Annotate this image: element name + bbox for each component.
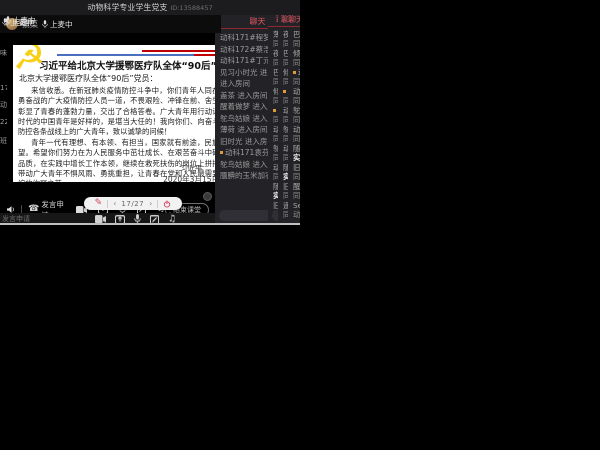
chat-message: 醒着 同意 [293, 182, 296, 200]
prev-slide-button[interactable]: ‹ [113, 199, 116, 208]
next-slide-button[interactable]: › [149, 199, 152, 208]
chat-message: 旧时 同意 [293, 163, 296, 181]
on-mic-indicator: 上麦中 [4, 17, 35, 28]
pagenav-divider [157, 200, 158, 208]
pen-tool-icon[interactable]: ✎ [95, 199, 103, 208]
party-emblem-icon: ☭ [13, 45, 45, 76]
clipped-text-fragment: 22 [0, 118, 7, 126]
chat-text: 同意 [293, 172, 296, 181]
chat-message: 动科 同意 [293, 68, 296, 86]
signature-name: 习近平 [163, 163, 219, 174]
chat-sender: 动科 [293, 68, 296, 77]
chat-message: 动科 同意 [293, 87, 296, 105]
chat-message-list: 巴 同意 倾城 同意 动科 同意 动科 同意 鸵鸟 同意 动科 同意 [288, 27, 300, 219]
chat-message: Se 动科 [293, 201, 296, 219]
tile-divider [0, 223, 300, 225]
chat-text: 动科 [293, 210, 296, 219]
chat-sender: 动科 [293, 125, 296, 134]
presentation-slide: ☭ 习近平给北京大学援鄂医疗队全体“90后”党员的回信 北京大学援鄂医疗队全体“… [13, 45, 247, 182]
floating-widget-icon[interactable] [203, 192, 212, 201]
window-title: 动物科学专业学生党支 [87, 2, 167, 13]
chat-text: 同意 [293, 96, 296, 105]
meeting-id: ID:13588457 [170, 4, 212, 12]
chat-sender: 倾城 [293, 49, 296, 58]
chat-text: 同意 [293, 134, 296, 143]
on-mic-label: 上麦中 [12, 17, 35, 28]
pagenav-divider [107, 200, 108, 208]
chat-text: 同意 [293, 77, 296, 86]
chat-message: 动科 同意 [293, 125, 296, 143]
clipped-text-fragment: 味 [0, 48, 7, 58]
page-indicator: 17/27 [121, 200, 144, 208]
on-mic-indicator: 上麦中 [42, 19, 73, 30]
chat-tab[interactable]: 聊天 [288, 13, 300, 27]
end-presentation-power-icon[interactable] [163, 200, 171, 208]
chat-text: 同意 [293, 39, 296, 48]
chat-sender: 动科 [293, 87, 296, 96]
chat-sender: 巴 [293, 30, 296, 39]
chat-message: 随风 实习 [293, 144, 296, 162]
slide-greeting: 北京大学援鄂医疗队全体“90后”党员： [19, 73, 243, 84]
chat-sender: Se [293, 201, 296, 210]
slide-page-controls: ✎ ‹ 17/27 › [84, 197, 182, 210]
mic-stand-icon [4, 18, 10, 27]
clipped-text-fragment: 班 [0, 136, 7, 146]
clipped-text-fragment: 171 [0, 84, 7, 92]
chat-sidebar: 聊天 巴 同意 倾城 同意 动科 同意 动科 同意 鸵鸟 同意 动科 [288, 13, 300, 225]
on-mic-label: 上麦中 [50, 19, 73, 30]
chat-text: 同意 [293, 191, 296, 200]
signature-date: 2020年3月15日 [163, 174, 219, 182]
slide-paragraph: 来信收悉。在新冠肺炎疫情防控斗争中，你们青年人同在一线英勇奋战的广大疫情防控人员… [18, 86, 242, 138]
chat-text: 同意 [293, 58, 296, 67]
title-bar: 动物科学专业学生党支 ID:13588457 [0, 0, 300, 15]
slide-signature: 习近平 2020年3月15日 [163, 163, 219, 182]
chat-message: 巴 同意 [293, 30, 296, 48]
chat-sender: 鸵鸟 [293, 106, 296, 115]
chat-sender: 随风 [293, 144, 296, 153]
chat-text: 实习 [293, 153, 296, 162]
chat-text: 同意 [293, 115, 296, 124]
mic-stand-icon [42, 20, 48, 29]
clipped-text-fragments: 味 171 22 [0, 48, 7, 126]
chat-message: 鸵鸟 同意 [293, 106, 296, 124]
chat-sender: 醒着 [293, 182, 296, 191]
chat-message: 倾城 同意 [293, 49, 296, 67]
chat-sender: 旧时 [293, 163, 296, 172]
screenshot-grid: 动物科学专业学生党支 ID:13588457 上课模式 ⚙ 紫菜 上麦中 ☭ 动… [0, 0, 600, 450]
